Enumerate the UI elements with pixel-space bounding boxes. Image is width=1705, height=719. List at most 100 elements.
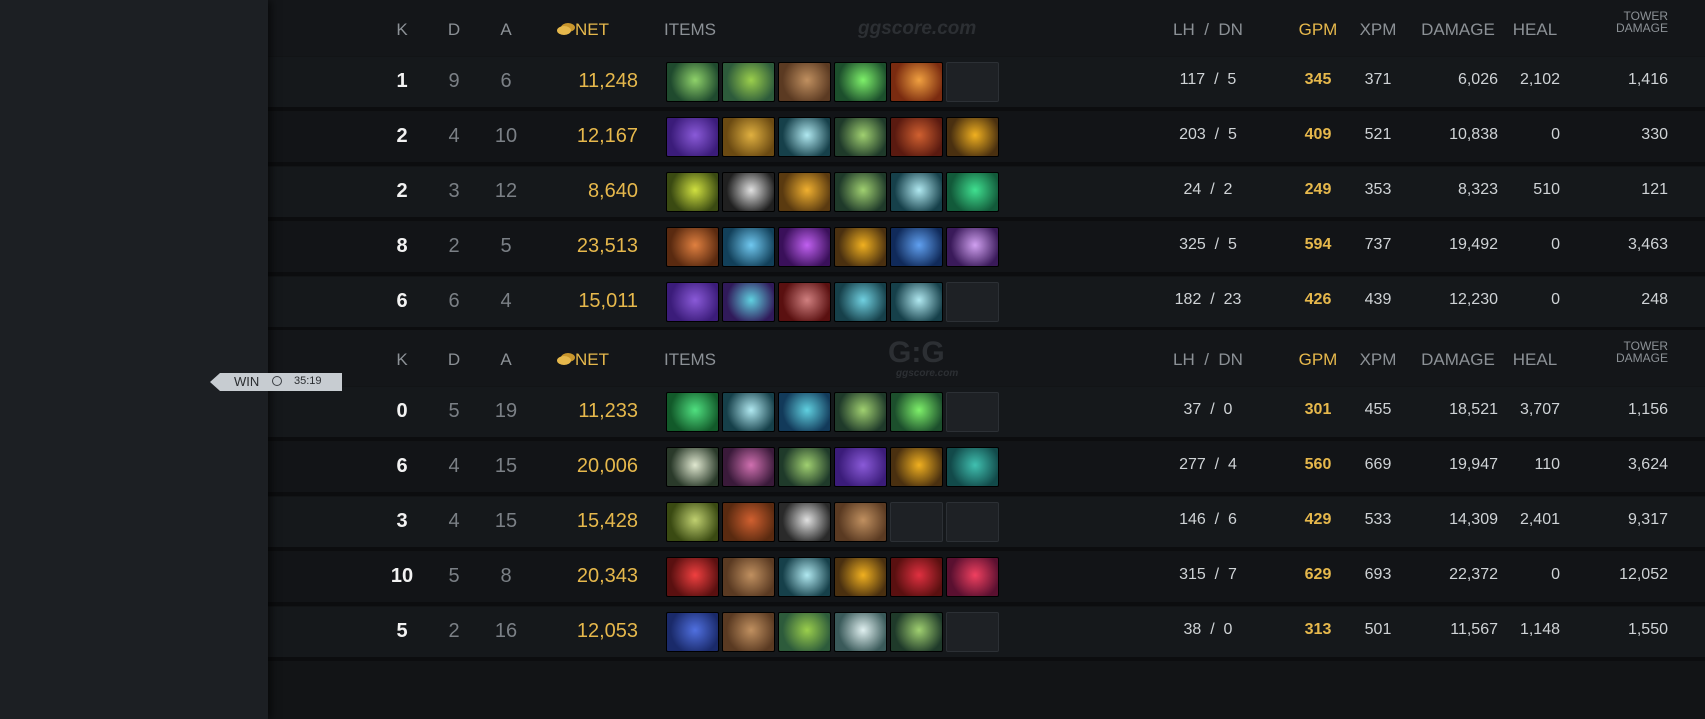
column-tower-damage[interactable]: TOWER DAMAGE: [1578, 10, 1668, 34]
heal-value: 110: [1534, 456, 1560, 473]
player-stats-row: 1 9 6 11,248 117 / 5 345 371 6,026 2,102 1,416: [268, 57, 1705, 111]
item-slot-4[interactable]: [834, 502, 887, 542]
item-slot-4[interactable]: [834, 172, 887, 212]
item-slot-5[interactable]: [890, 392, 943, 432]
player-stats-row: 8 2 5 23,513 325 / 5 594 737 19,492 0 3,463: [268, 222, 1705, 276]
item-slot-3[interactable]: [778, 612, 831, 652]
kills-value: 3: [396, 510, 408, 532]
item-slot-5[interactable]: [890, 172, 943, 212]
damage-value: 22,372: [1449, 566, 1498, 583]
item-slot-1[interactable]: [666, 447, 719, 487]
heal-value: 2,102: [1519, 71, 1560, 88]
item-slot-3[interactable]: [778, 282, 831, 322]
item-slot-5[interactable]: [890, 612, 943, 652]
item-slot-2[interactable]: [722, 557, 775, 597]
item-slot-5[interactable]: [890, 62, 943, 102]
item-slot-6[interactable]: [946, 117, 999, 157]
damage-value: 12,230: [1449, 291, 1498, 308]
item-slot-2[interactable]: [722, 282, 775, 322]
item-slot-5[interactable]: [890, 227, 943, 267]
column-damage[interactable]: DAMAGE: [1408, 350, 1508, 370]
player-sidebar: [0, 0, 268, 719]
item-slot-2[interactable]: [722, 172, 775, 212]
item-slot-3[interactable]: [778, 557, 831, 597]
column-damage[interactable]: DAMAGE: [1408, 20, 1508, 40]
column-d[interactable]: D: [434, 350, 474, 370]
item-slot-5[interactable]: [890, 117, 943, 157]
item-slot-1[interactable]: [666, 557, 719, 597]
column-net[interactable]: NET: [538, 20, 628, 40]
column-net-label: NET: [575, 350, 609, 369]
deaths-value: 5: [448, 400, 460, 422]
column-heal[interactable]: HEAL: [1500, 350, 1570, 370]
column-xpm[interactable]: XPM: [1346, 20, 1410, 40]
item-slot-2[interactable]: [722, 447, 775, 487]
item-slot-4[interactable]: [834, 282, 887, 322]
item-slot-2[interactable]: [722, 62, 775, 102]
item-slot-2[interactable]: [722, 227, 775, 267]
item-slot-2[interactable]: [722, 502, 775, 542]
item-slot-4[interactable]: [834, 447, 887, 487]
item-slot-6[interactable]: [946, 557, 999, 597]
item-slot-5[interactable]: [890, 447, 943, 487]
column-tower-damage[interactable]: TOWER DAMAGE: [1578, 340, 1668, 364]
item-slot-4[interactable]: [834, 612, 887, 652]
item-slot-6[interactable]: [946, 502, 999, 542]
item-slot-6[interactable]: [946, 62, 999, 102]
kills-value: 2: [396, 180, 408, 202]
item-slot-1[interactable]: [666, 172, 719, 212]
item-slot-1[interactable]: [666, 392, 719, 432]
item-slot-6[interactable]: [946, 282, 999, 322]
last-hits-denies-value: 37 / 0: [1183, 401, 1233, 418]
column-xpm[interactable]: XPM: [1346, 350, 1410, 370]
item-slot-3[interactable]: [778, 447, 831, 487]
item-slot-6[interactable]: [946, 172, 999, 212]
item-slot-6[interactable]: [946, 227, 999, 267]
item-slot-3[interactable]: [778, 227, 831, 267]
item-slot-4[interactable]: [834, 557, 887, 597]
column-header-row: K D A NET ITEMS ggscore.com LH / DN GPM XPM DAMAG…: [268, 0, 1705, 56]
item-slot-2[interactable]: [722, 612, 775, 652]
item-slot-6[interactable]: [946, 612, 999, 652]
item-slot-1[interactable]: [666, 502, 719, 542]
column-k[interactable]: K: [382, 20, 422, 40]
column-a[interactable]: A: [484, 20, 528, 40]
item-slot-3[interactable]: [778, 172, 831, 212]
item-slot-2[interactable]: [722, 392, 775, 432]
item-slot-1[interactable]: [666, 612, 719, 652]
item-slot-3[interactable]: [778, 62, 831, 102]
item-slot-3[interactable]: [778, 117, 831, 157]
net-worth-value: 8,640: [587, 180, 638, 202]
item-slot-1[interactable]: [666, 117, 719, 157]
item-slot-5[interactable]: [890, 557, 943, 597]
item-slot-6[interactable]: [946, 447, 999, 487]
column-heal[interactable]: HEAL: [1500, 20, 1570, 40]
item-slot-3[interactable]: [778, 502, 831, 542]
player-stats-row: 3 4 15 15,428 146 / 6 429 533 14,309 2,401 9,317: [268, 497, 1705, 551]
item-slot-1[interactable]: [666, 62, 719, 102]
column-k[interactable]: K: [382, 350, 422, 370]
column-lh-dn[interactable]: LH / DN: [1148, 350, 1268, 370]
item-slot-1[interactable]: [666, 227, 719, 267]
item-slot-6[interactable]: [946, 392, 999, 432]
item-slot-4[interactable]: [834, 117, 887, 157]
item-slot-3[interactable]: [778, 392, 831, 432]
kills-value: 8: [396, 235, 408, 257]
item-slot-1[interactable]: [666, 282, 719, 322]
column-net[interactable]: NET: [538, 350, 628, 370]
column-d[interactable]: D: [434, 20, 474, 40]
item-slot-2[interactable]: [722, 117, 775, 157]
item-slot-4[interactable]: [834, 227, 887, 267]
heal-value: 3,707: [1519, 401, 1560, 418]
item-slot-4[interactable]: [834, 392, 887, 432]
item-slot-5[interactable]: [890, 502, 943, 542]
last-hits-denies-value: 146 / 6: [1179, 511, 1237, 528]
column-lh-dn[interactable]: LH / DN: [1148, 20, 1268, 40]
deaths-value: 4: [448, 455, 460, 477]
column-a[interactable]: A: [484, 350, 528, 370]
item-slot-5[interactable]: [890, 282, 943, 322]
last-hits-denies-value: 38 / 0: [1183, 621, 1233, 638]
clock-icon: [272, 376, 282, 386]
item-slot-4[interactable]: [834, 62, 887, 102]
last-hits-denies-value: 182 / 23: [1174, 291, 1242, 308]
